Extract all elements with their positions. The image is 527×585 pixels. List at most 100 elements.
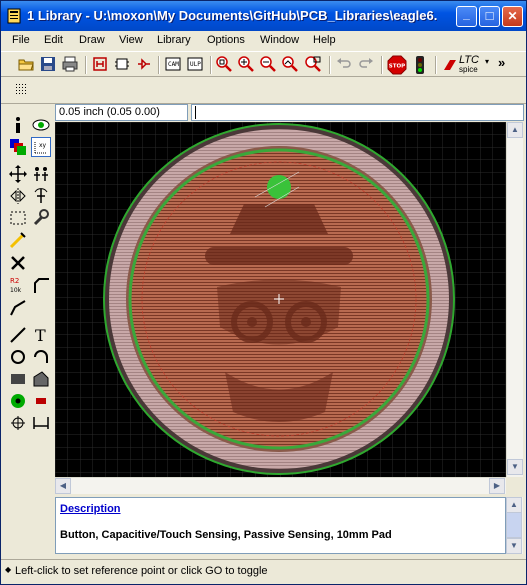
- spice-label: spice: [459, 65, 478, 74]
- polygon-icon[interactable]: [31, 369, 51, 389]
- go-traffic-light-icon[interactable]: [411, 55, 431, 74]
- svg-text:R2: R2: [10, 277, 19, 285]
- save-icon[interactable]: [39, 55, 59, 73]
- application-window: 1 Library - U:\moxon\My Documents\GitHub…: [0, 0, 527, 585]
- stop-button[interactable]: STOP: [387, 55, 407, 75]
- name-value-icon[interactable]: R2 10k: [8, 275, 28, 295]
- maximize-button[interactable]: □: [479, 6, 500, 27]
- cam-icon[interactable]: CAM: [164, 55, 184, 73]
- circle-icon[interactable]: [8, 347, 28, 367]
- zoom-fit-icon[interactable]: [215, 55, 235, 73]
- split-icon[interactable]: [8, 297, 28, 317]
- delete-icon[interactable]: [8, 253, 28, 273]
- paste-icon[interactable]: [8, 231, 28, 251]
- hole-icon[interactable]: [8, 413, 28, 433]
- toolbar-overflow-icon[interactable]: »: [498, 55, 505, 70]
- horizontal-scrollbar[interactable]: ◀ ▶: [55, 477, 506, 494]
- text-cursor: [195, 106, 196, 119]
- copy-icon[interactable]: [31, 164, 51, 184]
- scroll-down-button[interactable]: ▼: [507, 459, 523, 475]
- menu-options[interactable]: Options: [207, 34, 245, 46]
- toolbar-separator: [381, 56, 383, 74]
- command-line-input[interactable]: [191, 104, 524, 121]
- parameter-toolbar: [1, 77, 526, 104]
- description-scrollbar[interactable]: ▲ ▼: [506, 497, 523, 554]
- group-select-icon[interactable]: [8, 208, 28, 228]
- redo-icon[interactable]: [357, 55, 377, 73]
- svg-text:10k: 10k: [10, 287, 22, 294]
- svg-text:CAM: CAM: [168, 61, 179, 68]
- toolbar-separator: [210, 56, 212, 74]
- package-drawing: [55, 122, 506, 477]
- print-icon[interactable]: [61, 55, 81, 73]
- symbol-icon[interactable]: [135, 55, 155, 73]
- logo-hat: [230, 204, 328, 234]
- maximize-icon: □: [485, 8, 494, 23]
- mark-tool-icon[interactable]: xy: [31, 137, 51, 157]
- vertical-scrollbar[interactable]: ▲ ▼: [506, 122, 523, 477]
- drawing-canvas[interactable]: [55, 122, 506, 477]
- show-eye-icon[interactable]: [31, 115, 51, 135]
- menu-library[interactable]: Library: [157, 34, 191, 46]
- description-link[interactable]: Description: [60, 503, 121, 515]
- text-icon[interactable]: T: [31, 325, 51, 345]
- menu-draw[interactable]: Draw: [79, 34, 105, 46]
- eagle-app-icon: [7, 8, 21, 24]
- close-button[interactable]: ✕: [502, 6, 523, 27]
- svg-text:T: T: [35, 326, 46, 345]
- rectangle-icon[interactable]: [8, 369, 28, 389]
- zoom-redraw-icon[interactable]: [281, 55, 301, 73]
- mirror-icon[interactable]: [8, 186, 28, 206]
- scroll-left-button[interactable]: ◀: [55, 478, 71, 494]
- toolbar-separator: [85, 56, 87, 74]
- scroll-right-button[interactable]: ▶: [489, 478, 505, 494]
- arc-icon[interactable]: [31, 347, 51, 367]
- rotate-icon[interactable]: [31, 186, 51, 206]
- tool-palette: xy R2 10k T: [1, 104, 53, 554]
- undo-icon[interactable]: [335, 55, 355, 73]
- open-icon[interactable]: [17, 55, 37, 73]
- grid-dots-icon[interactable]: [13, 81, 33, 99]
- schematic-icon[interactable]: [113, 55, 133, 73]
- pad-icon[interactable]: [8, 391, 28, 411]
- miter-icon[interactable]: [31, 275, 51, 295]
- status-text: Left-click to set reference point or cli…: [15, 565, 268, 577]
- description-scroll-down[interactable]: ▼: [506, 538, 522, 554]
- menu-file[interactable]: File: [12, 34, 30, 46]
- description-scroll-thumb[interactable]: [506, 512, 522, 538]
- menu-view[interactable]: View: [119, 34, 143, 46]
- zoom-select-icon[interactable]: [304, 55, 324, 73]
- minimize-icon: _: [463, 7, 470, 21]
- wire-icon[interactable]: [8, 325, 28, 345]
- description-panel: Description Button, Capacitive/Touch Sen…: [55, 497, 506, 554]
- smd-icon[interactable]: [31, 391, 51, 411]
- zoom-out-icon[interactable]: [259, 55, 279, 73]
- info-icon[interactable]: [8, 115, 28, 135]
- menu-edit[interactable]: Edit: [44, 34, 63, 46]
- description-text: Button, Capacitive/Touch Sensing, Passiv…: [60, 529, 392, 541]
- logo-left-eye: [247, 317, 257, 327]
- minimize-button[interactable]: _: [456, 6, 477, 27]
- menu-window[interactable]: Window: [260, 34, 299, 46]
- ltc-logo-icon: [444, 60, 456, 70]
- toolbar-separator: [158, 56, 160, 74]
- move-icon[interactable]: [8, 164, 28, 184]
- display-layers-icon[interactable]: [8, 137, 28, 157]
- logo-hat-brim: [205, 247, 353, 265]
- title-bar[interactable]: 1 Library - U:\moxon\My Documents\GitHub…: [1, 1, 526, 31]
- zoom-in-icon[interactable]: [237, 55, 257, 73]
- description-scroll-up[interactable]: ▲: [506, 497, 522, 513]
- scroll-up-button[interactable]: ▲: [507, 122, 523, 138]
- dimension-icon[interactable]: [31, 413, 51, 433]
- ltspice-button[interactable]: LTC spice ▾: [441, 54, 493, 74]
- ulp-icon[interactable]: ULP: [186, 55, 206, 73]
- board-icon[interactable]: [91, 55, 111, 73]
- menu-help[interactable]: Help: [313, 34, 336, 46]
- status-bullet-icon: ◆: [5, 565, 12, 574]
- toolbar-separator: [329, 56, 331, 74]
- change-wrench-icon[interactable]: [31, 208, 51, 228]
- close-icon: ✕: [507, 9, 518, 23]
- scroll-corner: [506, 477, 523, 494]
- window-title: 1 Library - U:\moxon\My Documents\GitHub…: [27, 8, 437, 23]
- coordinate-readout: 0.05 inch (0.05 0.00): [55, 104, 188, 121]
